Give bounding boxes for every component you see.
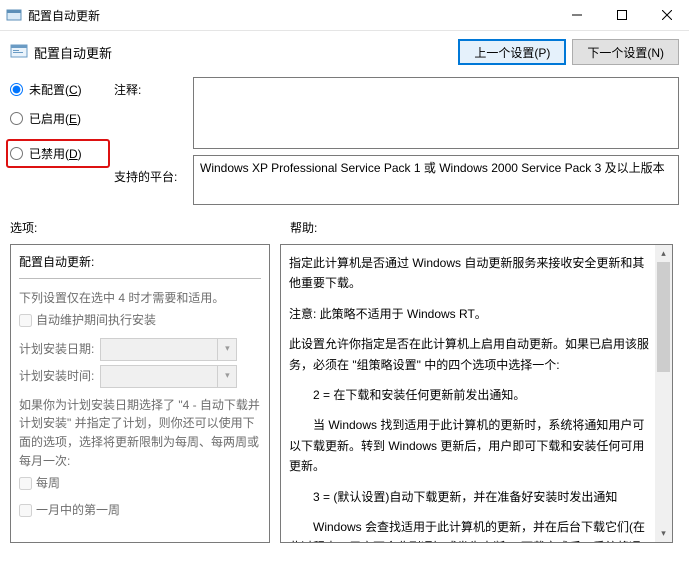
options-note: 下列设置仅在选中 4 时才需要和适用。 <box>19 289 261 308</box>
cb-weekly-row[interactable]: 每周 <box>19 474 261 493</box>
field-labels: 注释: 支持的平台: <box>114 77 189 205</box>
help-p6: 3 = (默认设置)自动下载更新，并在准备好安装时发出通知 <box>289 487 650 507</box>
sched-date-select: ▾ <box>100 338 237 361</box>
radio-group: 未配置(C) 已启用(E) 已禁用(D) <box>10 77 110 205</box>
next-setting-button[interactable]: 下一个设置(N) <box>572 39 679 65</box>
radio-enabled[interactable]: 已启用(E) <box>10 110 110 127</box>
header-row: 配置自动更新 上一个设置(P) 下一个设置(N) <box>0 31 689 77</box>
close-button[interactable] <box>644 0 689 30</box>
previous-setting-button[interactable]: 上一个设置(P) <box>458 39 566 65</box>
radio-enabled-input[interactable] <box>10 112 23 125</box>
options-separator <box>19 278 261 279</box>
options-desc: 如果你为计划安装日期选择了 "4 - 自动下载并计划安装" 并指定了计划，则你还… <box>19 396 261 470</box>
radio-enabled-label: 已启用(E) <box>29 110 81 127</box>
radio-disabled-label: 已禁用(D) <box>29 145 82 162</box>
radio-disabled-input[interactable] <box>10 147 23 160</box>
platform-label: 支持的平台: <box>114 168 189 185</box>
help-p4: 2 = 在下载和安装任何更新前发出通知。 <box>289 385 650 405</box>
sched-date-row: 计划安装日期: ▾ <box>19 338 261 361</box>
radio-not-configured-label: 未配置(C) <box>29 81 82 98</box>
sched-time-row: 计划安装时间: ▾ <box>19 365 261 388</box>
panes-container: 配置自动更新: 下列设置仅在选中 4 时才需要和适用。 自动维护期间执行安装 计… <box>0 240 689 543</box>
help-p3: 此设置允许你指定是否在此计算机上启用自动更新。如果已启用该服务，必须在 "组策略… <box>289 334 650 375</box>
help-scrollbar[interactable]: ▴ ▾ <box>655 245 672 542</box>
chevron-down-icon: ▾ <box>217 339 236 360</box>
cb-weekly <box>19 477 32 490</box>
sched-time-select: ▾ <box>100 365 237 388</box>
radio-disabled-highlight: 已禁用(D) <box>6 139 110 168</box>
page-title: 配置自动更新 <box>34 43 452 62</box>
radio-not-configured-input[interactable] <box>10 83 23 96</box>
cb-maintenance <box>19 314 32 327</box>
sched-time-label: 计划安装时间: <box>19 367 94 386</box>
comment-label: 注释: <box>114 77 189 98</box>
supported-platforms-box[interactable]: Windows XP Professional Service Pack 1 或… <box>193 155 679 205</box>
comment-textarea[interactable] <box>193 77 679 149</box>
scroll-thumb[interactable] <box>657 262 670 372</box>
app-icon <box>6 7 22 23</box>
titlebar: 配置自动更新 <box>0 0 689 31</box>
cb-weekly-label: 每周 <box>36 474 60 493</box>
field-inputs: Windows XP Professional Service Pack 1 或… <box>193 77 679 205</box>
help-p7: Windows 会查找适用于此计算机的更新，并在后台下载它们(在此过程中，用户不… <box>289 517 650 543</box>
scroll-up-button[interactable]: ▴ <box>655 245 672 262</box>
radio-not-configured[interactable]: 未配置(C) <box>10 81 110 98</box>
help-pane: 指定此计算机是否通过 Windows 自动更新服务来接收安全更新和其他重要下载。… <box>280 244 673 543</box>
minimize-button[interactable] <box>554 0 599 30</box>
platform-text: Windows XP Professional Service Pack 1 或… <box>200 161 665 175</box>
cb-maintenance-row[interactable]: 自动维护期间执行安装 <box>19 311 261 330</box>
policy-icon <box>10 42 28 63</box>
radio-disabled[interactable]: 已禁用(D) <box>10 145 82 162</box>
cb-maintenance-label: 自动维护期间执行安装 <box>36 311 156 330</box>
options-label: 选项: <box>10 219 290 236</box>
cb-first-week-row[interactable]: 一月中的第一周 <box>19 501 261 520</box>
help-content[interactable]: 指定此计算机是否通过 Windows 自动更新服务来接收安全更新和其他重要下载。… <box>281 245 672 543</box>
sched-date-label: 计划安装日期: <box>19 340 94 359</box>
chevron-down-icon: ▾ <box>217 366 236 387</box>
help-label: 帮助: <box>290 219 317 236</box>
cb-first-week <box>19 504 32 517</box>
maximize-button[interactable] <box>599 0 644 30</box>
scroll-down-button[interactable]: ▾ <box>655 525 672 542</box>
options-title: 配置自动更新: <box>19 253 261 272</box>
cb-first-week-label: 一月中的第一周 <box>36 501 120 520</box>
help-p5: 当 Windows 找到适用于此计算机的更新时，系统将通知用户可以下载更新。转到… <box>289 415 650 476</box>
section-labels: 选项: 帮助: <box>0 205 689 240</box>
help-p1: 指定此计算机是否通过 Windows 自动更新服务来接收安全更新和其他重要下载。 <box>289 253 650 294</box>
window-title: 配置自动更新 <box>28 7 554 24</box>
top-config-grid: 未配置(C) 已启用(E) 已禁用(D) 注释: 支持的平台: Windows … <box>0 77 689 205</box>
help-p2: 注意: 此策略不适用于 Windows RT。 <box>289 304 650 324</box>
options-pane: 配置自动更新: 下列设置仅在选中 4 时才需要和适用。 自动维护期间执行安装 计… <box>10 244 270 543</box>
